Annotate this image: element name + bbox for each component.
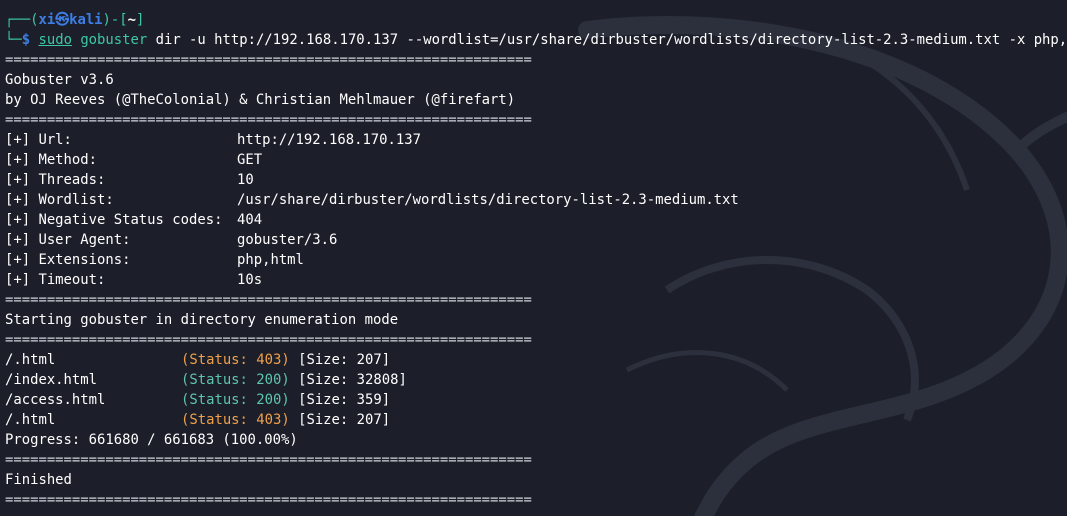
config-value: /usr/share/dirbuster/wordlists/directory… [237,192,739,208]
config-value: 10s [237,272,263,288]
result-row: /.html (Status: 403) [Size: 207] [5,410,1067,430]
config-label: [+] Extensions: [5,252,131,268]
command-args: dir -u http://192.168.170.137 --wordlist… [155,32,1067,48]
result-size: [Size: 207] [298,412,391,428]
config-row: [+] Url: http://192.168.170.137 [5,130,1067,150]
result-row: /index.html (Status: 200) [Size: 32808] [5,370,1067,390]
result-path: /.html [5,412,56,428]
config-value: gobuster/3.6 [237,232,338,248]
result-size: [Size: 359] [298,392,391,408]
config-label: [+] Timeout: [5,272,106,288]
progress-line: Progress: 661680 / 661683 (100.00%) [5,432,298,448]
result-size: [Size: 207] [298,352,391,368]
terminal-output: ┌──(xi㉿kali)-[~] └─$ sudo gobuster dir -… [5,10,1067,510]
start-message: Starting gobuster in directory enumerati… [5,312,399,328]
prompt-corner-top: ┌──( [5,12,39,28]
prompt-corner-bottom: └─ [5,32,22,48]
separator: ========================================… [5,52,532,68]
config-row: [+] Timeout: 10s [5,270,1067,290]
result-path: /access.html [5,392,106,408]
config-label: [+] Threads: [5,172,106,188]
config-row: [+] Wordlist: /usr/share/dirbuster/wordli… [5,190,1067,210]
result-row: /access.html (Status: 200) [Size: 359] [5,390,1067,410]
command-sudo: sudo [38,32,72,48]
banner-authors: by OJ Reeves (@TheColonial) & Christian … [5,92,516,108]
config-label: [+] User Agent: [5,232,131,248]
config-value: php,html [237,252,304,268]
result-status: (Status: 403) [181,352,290,368]
config-label: [+] Negative Status codes: [5,212,223,228]
config-row: [+] Extensions: php,html [5,250,1067,270]
command-program: gobuster [80,32,148,48]
result-path: /.html [5,352,56,368]
terminal-window[interactable]: ┌──(xi㉿kali)-[~] └─$ sudo gobuster dir -… [0,0,1067,516]
result-row: /.html (Status: 403) [Size: 207] [5,350,1067,370]
result-status: (Status: 200) [181,392,290,408]
separator: ========================================… [5,452,532,468]
prompt-user: xi [38,12,56,28]
config-row: [+] Threads: 10 [5,170,1067,190]
config-label: [+] Url: [5,132,72,148]
prompt-dir: ~ [127,12,137,28]
separator: ========================================… [5,112,532,128]
banner-version: Gobuster v3.6 [5,72,114,88]
prompt-at-icon: ㉿ [55,12,70,28]
separator: ========================================… [5,332,532,348]
result-status: (Status: 200) [181,372,290,388]
config-row: [+] Method: GET [5,150,1067,170]
prompt-dollar: $ [21,32,31,48]
config-label: [+] Method: [5,152,97,168]
result-status: (Status: 403) [181,412,290,428]
config-value: 404 [237,212,263,228]
separator: ========================================… [5,492,532,508]
prompt-line-top: ┌──(xi㉿kali)-[~] [5,10,1067,30]
result-path: /index.html [5,372,97,388]
separator: ========================================… [5,292,532,308]
config-value: http://192.168.170.137 [237,132,421,148]
prompt-command-line[interactable]: └─$ sudo gobuster dir -u http://192.168.… [5,30,1067,50]
prompt-end: ] [136,12,145,28]
prompt-host: kali [69,12,103,28]
config-label: [+] Wordlist: [5,192,114,208]
result-size: [Size: 32808] [298,372,407,388]
finished-message: Finished [5,472,72,488]
config-row: [+] Negative Status codes: 404 [5,210,1067,230]
config-value: 10 [237,172,254,188]
config-value: GET [237,152,263,168]
config-row: [+] User Agent: gobuster/3.6 [5,230,1067,250]
prompt-mid: )-[ [102,12,128,28]
